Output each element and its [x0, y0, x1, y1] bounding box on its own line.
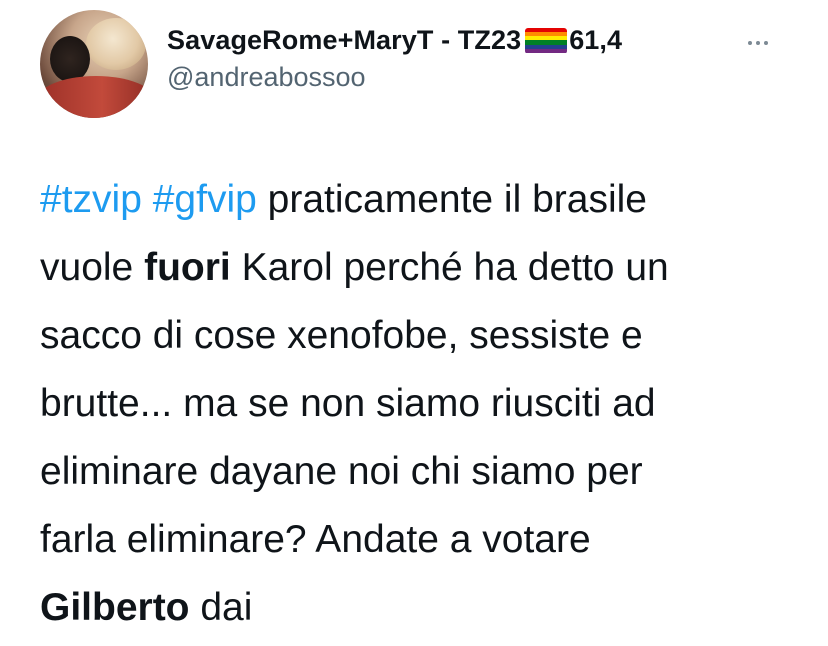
- more-options-icon[interactable]: [748, 41, 768, 45]
- tweet-line: #tzvip #gfvip praticamente il brasile: [40, 166, 800, 234]
- tweet-text-segment: farla eliminare? Andate a votare: [40, 518, 591, 561]
- tweet-card: SavageRome+MaryT - TZ23 61,4 @andreaboss…: [0, 0, 828, 646]
- avatar-photo-shirt: [40, 76, 148, 118]
- display-name[interactable]: SavageRome+MaryT - TZ23: [167, 25, 521, 56]
- more-dot: [748, 41, 752, 45]
- hashtag-link[interactable]: #tzvip: [40, 178, 142, 221]
- hashtag-link[interactable]: #gfvip: [153, 178, 257, 221]
- more-dot: [756, 41, 760, 45]
- tweet-line: eliminare dayane noi chi siamo per: [40, 438, 800, 506]
- tweet-line: sacco di cose xenofobe, sessiste e: [40, 302, 800, 370]
- avatar[interactable]: [40, 10, 148, 118]
- tweet-line: brutte... ma se non siamo riusciti ad: [40, 370, 800, 438]
- flag-stripe: [525, 49, 568, 54]
- tweet-bold-text: fuori: [144, 246, 231, 289]
- tweet-text-segment: Karol perché ha detto un: [230, 246, 669, 289]
- avatar-photo-hair: [86, 18, 146, 70]
- tweet-text-segment: sacco di cose xenofobe, sessiste e: [40, 314, 643, 357]
- tweet-text-segment: vuole: [40, 246, 145, 289]
- tweet-text-segment: brutte... ma se non siamo riusciti ad: [40, 382, 656, 425]
- tweet-line: vuole fuori Karol perché ha detto un: [40, 234, 800, 302]
- display-name-row[interactable]: SavageRome+MaryT - TZ23 61,4: [167, 25, 622, 56]
- tweet-header: SavageRome+MaryT - TZ23 61,4 @andreaboss…: [167, 25, 622, 93]
- display-name-suffix: 61,4: [569, 25, 623, 55]
- rainbow-flag-icon: [525, 27, 568, 54]
- tweet-line: farla eliminare? Andate a votare: [40, 506, 800, 574]
- tweet-line: Gilberto dai: [40, 574, 800, 642]
- tweet-text-segment: praticamente il brasile: [256, 178, 647, 221]
- avatar-photo-head: [50, 36, 90, 82]
- more-dot: [764, 41, 768, 45]
- user-handle[interactable]: @andreabossoo: [167, 62, 622, 93]
- tweet-text-segment: dai: [189, 586, 253, 629]
- tweet-bold-text: Gilberto: [40, 586, 190, 629]
- tweet-text-segment: eliminare dayane noi chi siamo per: [40, 450, 643, 493]
- tweet-text: #tzvip #gfvip praticamente il brasile vu…: [40, 166, 800, 642]
